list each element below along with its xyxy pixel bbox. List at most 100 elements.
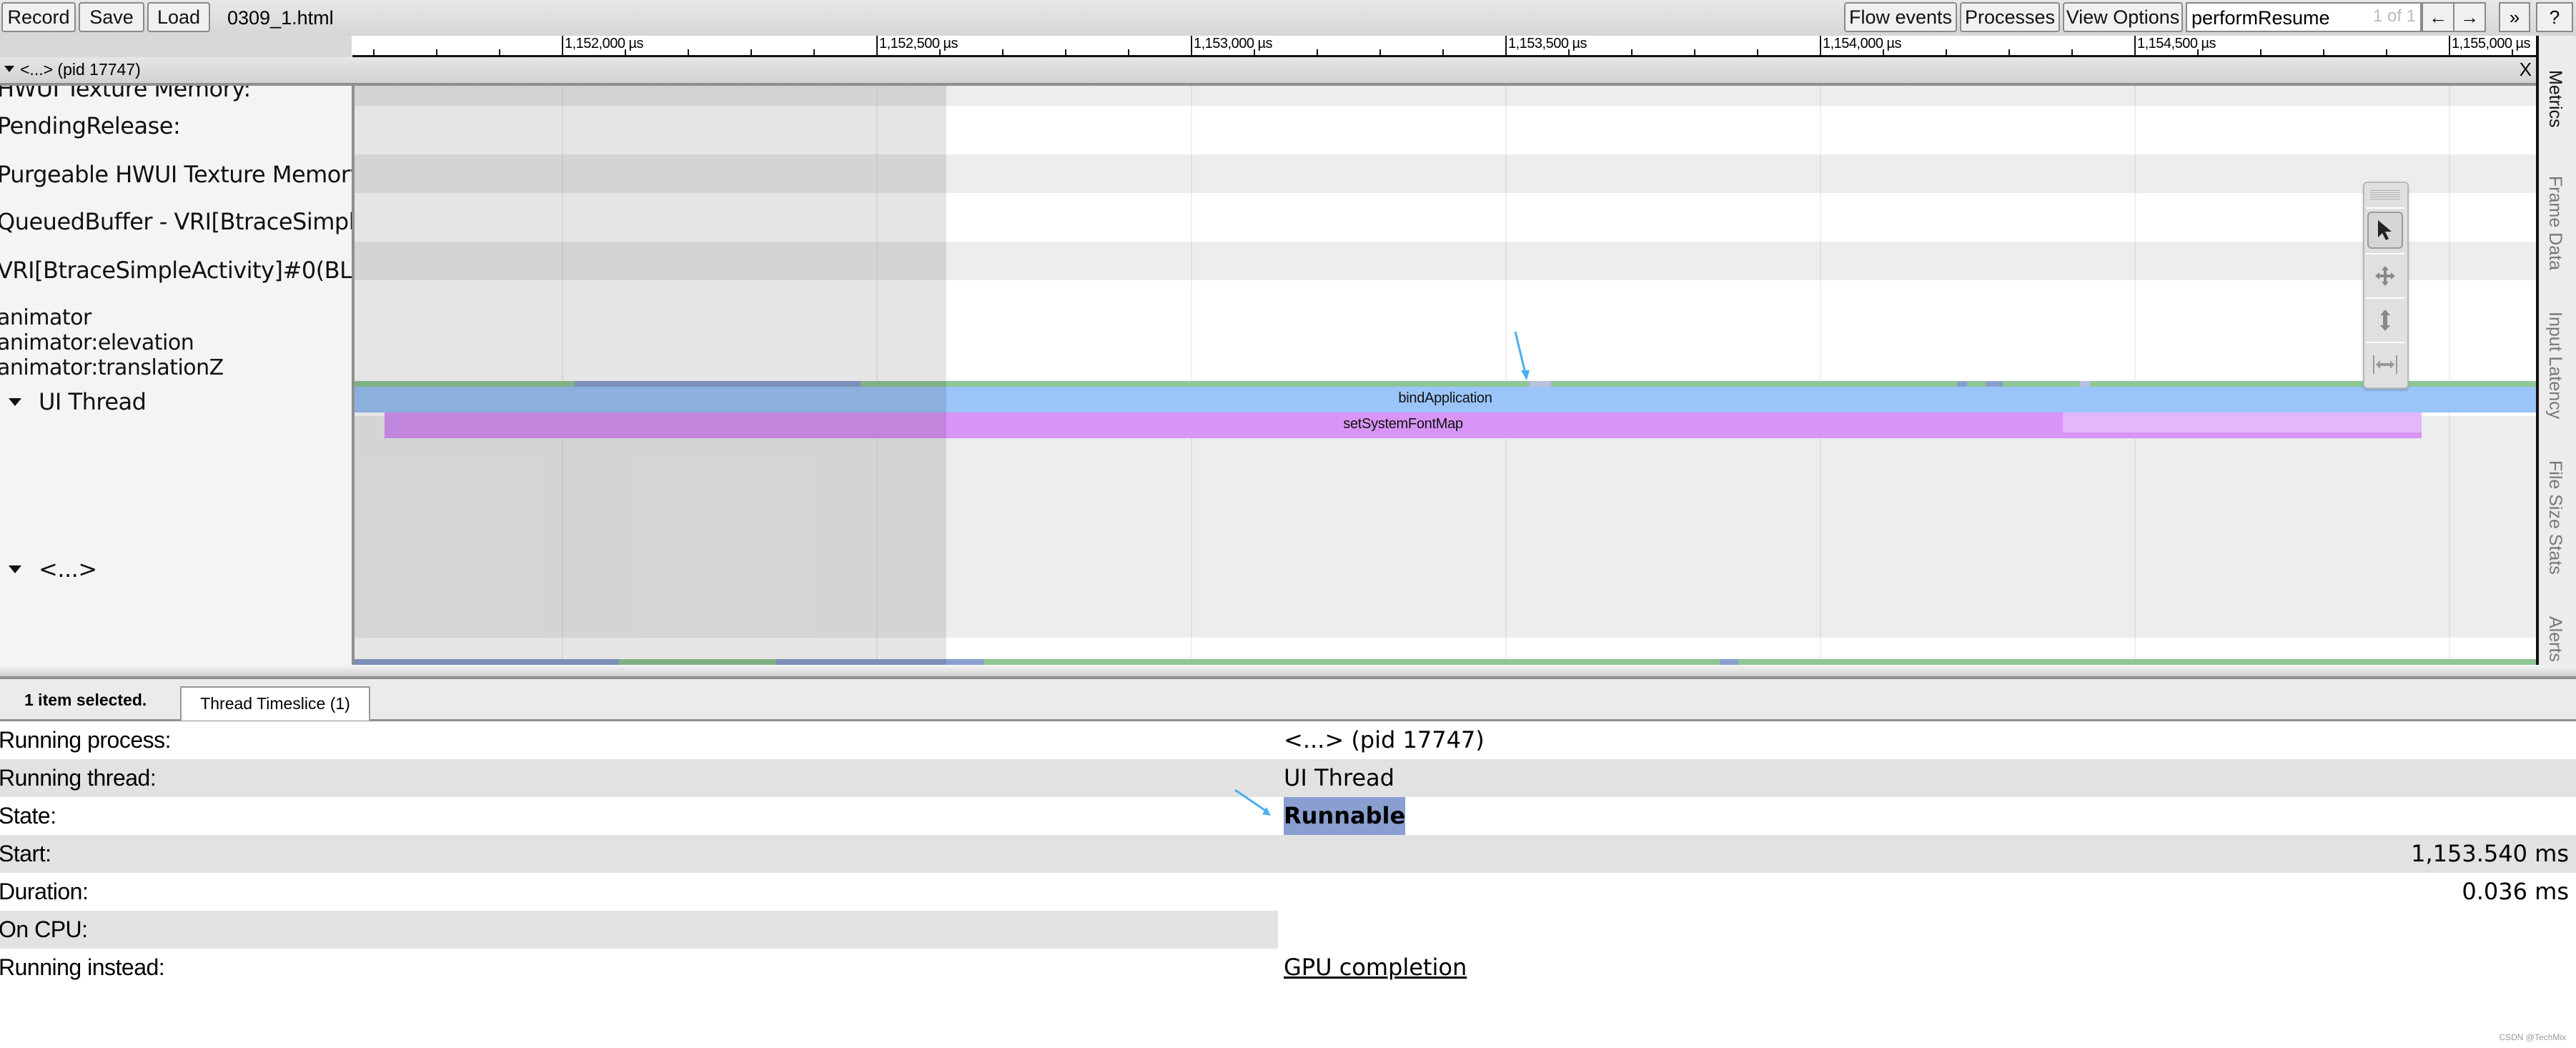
running-segment[interactable]	[1967, 381, 1986, 387]
timing-range-icon	[2373, 355, 2397, 374]
processes-button[interactable]: Processes	[1960, 2, 2060, 32]
runnable-segment[interactable]	[1957, 381, 1967, 387]
ruler-track[interactable]: 1,152,000 µs 1,152,500 µs 1,153,000 µs 1,15…	[352, 36, 2536, 57]
divider	[2366, 207, 2404, 209]
state-value[interactable]: Runnable	[1284, 797, 1406, 835]
running-instead-link[interactable]: GPU completion	[1284, 949, 1467, 987]
ruler-minor-tick	[1379, 49, 1381, 55]
detail-key: Running thread:	[0, 765, 157, 791]
collapse-triangle-icon[interactable]	[9, 397, 21, 406]
thread-name: UI Thread	[39, 388, 147, 415]
detail-key: Start:	[0, 841, 51, 866]
find-previous-button[interactable]: ←	[2422, 2, 2454, 32]
ruler-tick-label: 1,155,000 µs	[2452, 36, 2531, 51]
ruler-major-tick	[1191, 36, 1192, 56]
track-label: VRI[BtraceSimpleActivity]#0(BLAST	[0, 257, 353, 284]
process-header[interactable]: <...> (pid 17747) X	[0, 57, 2536, 86]
grid-line	[1191, 86, 1192, 665]
track-canvas[interactable]: bindApplication setSystemFontMap	[355, 86, 2536, 665]
mouse-mode-selector[interactable]	[2363, 182, 2409, 389]
collapse-triangle-icon[interactable]	[9, 565, 21, 573]
ruler-minor-tick	[1065, 49, 1066, 55]
ruler-major-tick	[876, 36, 878, 56]
thread-name: <...>	[39, 555, 97, 583]
collapse-triangle-icon[interactable]	[4, 66, 14, 73]
selection-count: 1 item selected.	[24, 691, 147, 709]
search-match-count: 1 of 1	[2372, 6, 2416, 26]
detail-row-start: Start: 1,153.540 ms	[0, 835, 2576, 873]
detail-value: <...> (pid 17747)	[1284, 726, 1485, 753]
ui-thread-label[interactable]: UI Thread	[0, 388, 147, 415]
help-button[interactable]: ?	[2536, 2, 2573, 32]
find-control: 1 of 1	[2186, 2, 2422, 32]
top-toolbar: Record Save Load 0309_1.html Flow events…	[0, 0, 2576, 36]
running-segment[interactable]	[2090, 381, 2536, 387]
runnable-segment[interactable]	[1720, 659, 1738, 665]
side-tab-frame-data[interactable]: Frame Data	[2545, 176, 2565, 270]
find-next-button[interactable]: →	[2453, 2, 2486, 32]
side-tab-file-size-stats[interactable]: File Size Stats	[2545, 460, 2565, 575]
ruler-minor-tick	[1317, 49, 1318, 55]
time-ruler[interactable]: 1,152,000 µs 1,152,500 µs 1,153,000 µs 1,15…	[0, 36, 2536, 57]
slice-label: bindApplication	[1398, 390, 1492, 406]
ruler-major-tick	[562, 36, 563, 56]
zoom-mode-button[interactable]	[2367, 302, 2403, 339]
ruler-minor-tick	[1568, 49, 1570, 55]
load-button[interactable]: Load	[147, 2, 210, 32]
track-label: HWUI Texture Memory:	[0, 86, 251, 102]
panel-splitter[interactable]	[0, 665, 2576, 679]
process-title[interactable]: <...> (pid 17747)	[3, 59, 141, 80]
record-button[interactable]: Record	[1, 2, 76, 32]
ruler-minor-tick	[1757, 49, 1758, 55]
trace-filename: 0309_1.html	[227, 7, 334, 29]
ruler-tick-label: 1,154,500 µs	[2137, 36, 2216, 51]
other-thread-label[interactable]: <...>	[0, 556, 97, 582]
save-button[interactable]: Save	[79, 2, 144, 32]
divider	[2366, 342, 2404, 343]
flow-events-button[interactable]: Flow events	[1844, 2, 1957, 32]
runnable-segment[interactable]	[1986, 381, 2003, 387]
ruler-minor-tick	[499, 49, 500, 55]
timing-mode-button[interactable]	[2367, 346, 2403, 383]
grid-line	[2449, 86, 2450, 665]
search-input[interactable]	[2190, 5, 2357, 31]
side-tab-input-latency[interactable]: Input Latency	[2545, 312, 2565, 419]
out-of-range-shade	[355, 86, 946, 665]
expand-button[interactable]: »	[2499, 2, 2530, 32]
move-arrows-icon	[2375, 266, 2395, 286]
tab-thread-timeslice[interactable]: Thread Timeslice (1)	[180, 686, 370, 721]
drag-handle[interactable]	[2370, 189, 2400, 200]
close-process-button[interactable]: X	[2520, 59, 2532, 80]
detail-value: 0.036 ms	[2462, 878, 2569, 905]
ruler-major-tick	[1820, 36, 1821, 56]
running-segment[interactable]	[1738, 659, 2536, 665]
grid-line	[1505, 86, 1507, 665]
watermark: CSDN @TechMix	[2499, 1032, 2566, 1042]
detail-row-duration: Duration: 0.036 ms	[0, 873, 2576, 911]
selection-mode-button[interactable]	[2367, 212, 2403, 249]
ruler-minor-tick	[2260, 49, 2262, 55]
ruler-minor-tick	[688, 49, 689, 55]
pan-mode-button[interactable]	[2367, 257, 2403, 295]
divider	[2366, 297, 2404, 299]
timeline-tracks: bindApplication setSystemFontMap HWUI Te…	[0, 86, 2536, 665]
ruler-tick-label: 1,154,000 µs	[1823, 36, 1902, 51]
track-labels: HWUI Texture Memory: PendingRelease: Pur…	[0, 86, 355, 665]
running-segment[interactable]	[1551, 381, 1957, 387]
running-segment[interactable]	[2003, 381, 2080, 387]
view-options-button[interactable]: View Options	[2063, 2, 2183, 32]
slice-selected-region	[2063, 412, 2422, 432]
detail-key: On CPU:	[0, 916, 88, 942]
selected-timeslice[interactable]	[2080, 381, 2090, 387]
running-segment[interactable]	[984, 659, 1720, 665]
ruler-major-tick	[1505, 36, 1507, 56]
ruler-minor-tick	[1254, 49, 1255, 55]
track-label: animator:translationZ	[0, 355, 224, 380]
detail-key: State:	[0, 803, 56, 829]
track-label: QueuedBuffer - VRI[BtraceSimpleActivity]	[0, 208, 355, 235]
side-tab-metrics[interactable]: Metrics	[2545, 70, 2565, 128]
annotation-arrow-icon	[1234, 789, 1271, 816]
side-tab-alerts[interactable]: Alerts	[2545, 616, 2565, 662]
ruler-minor-tick	[1002, 49, 1004, 55]
track-label: animator	[0, 305, 91, 330]
